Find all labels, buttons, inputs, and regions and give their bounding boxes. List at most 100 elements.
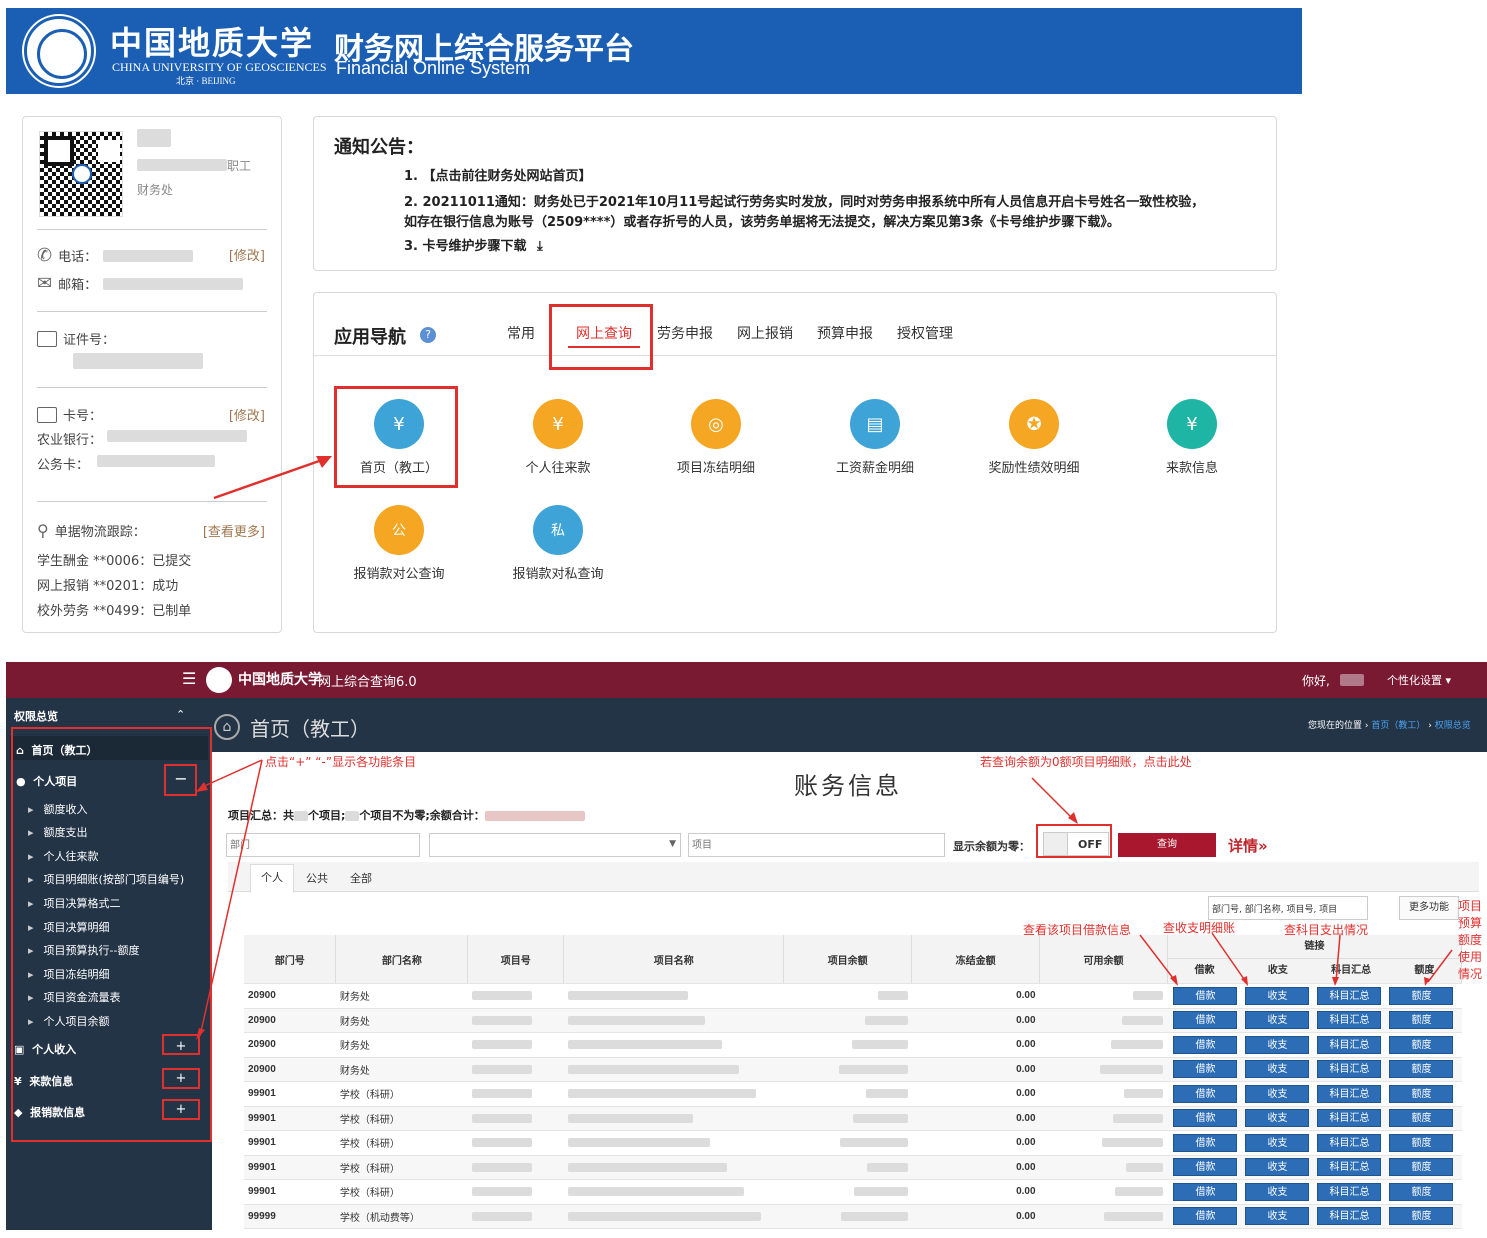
- cell-dept-no: 99901: [244, 1081, 336, 1107]
- query-button[interactable]: 查询: [1118, 833, 1216, 857]
- dept-select[interactable]: ▼: [429, 833, 681, 857]
- home-icon[interactable]: ⌂: [214, 714, 240, 740]
- notice-item-3[interactable]: 3. 卡号维护步骤下载 ⤓: [404, 237, 543, 257]
- tab-public[interactable]: 公共: [306, 870, 328, 886]
- help-icon[interactable]: ?: [420, 327, 436, 343]
- income-expense-button[interactable]: 收支: [1245, 1011, 1310, 1030]
- income-expense-button[interactable]: 收支: [1245, 1109, 1310, 1128]
- tab-reimburse[interactable]: 网上报销: [737, 323, 793, 343]
- dept-input[interactable]: [226, 833, 420, 857]
- breadcrumb-link[interactable]: 权限总览: [1435, 721, 1471, 731]
- app-incoming-funds[interactable]: ¥ 来款信息: [1122, 399, 1262, 476]
- redacted: [471, 1064, 532, 1074]
- frozen-amount: 0.00: [1016, 1161, 1036, 1173]
- hamburger-icon[interactable]: ☰: [182, 669, 196, 688]
- app-reimb-private[interactable]: 私 报销款对私查询: [488, 505, 628, 582]
- loan-button[interactable]: 借款: [1173, 1060, 1238, 1079]
- app-personal-account[interactable]: ¥ 个人往来款: [488, 399, 628, 476]
- annotation-expand: 点击“+” “-”显示各功能条目: [265, 755, 417, 769]
- tab-all[interactable]: 全部: [350, 870, 372, 886]
- income-expense-button[interactable]: 收支: [1245, 1207, 1310, 1226]
- quota-button[interactable]: 额度: [1389, 1084, 1454, 1103]
- notice-item-1[interactable]: 1. 【点击前往财务处网站首页】: [404, 167, 592, 187]
- loan-button[interactable]: 借款: [1173, 1207, 1238, 1226]
- cell-balance: [783, 1032, 912, 1058]
- download-icon[interactable]: ⤓: [537, 239, 543, 254]
- frozen-amount: 0.00: [1016, 1186, 1036, 1198]
- personal-settings[interactable]: 个性化设置 ▾: [1387, 672, 1451, 688]
- logistics-item[interactable]: 网上报销 **0201：成功: [37, 574, 191, 599]
- redacted: [567, 1138, 710, 1148]
- income-expense-button[interactable]: 收支: [1245, 1182, 1310, 1201]
- dept-no: 99901: [248, 1088, 276, 1100]
- quota-button[interactable]: 额度: [1389, 1133, 1454, 1152]
- income-expense-button[interactable]: 收支: [1245, 986, 1310, 1005]
- app-performance-bonus[interactable]: ✪ 奖励性绩效明细: [964, 399, 1104, 476]
- quota-button[interactable]: 额度: [1389, 1011, 1454, 1030]
- logistics-item[interactable]: 学生酬金 **0006：已提交: [37, 549, 191, 574]
- quota-button[interactable]: 额度: [1389, 1060, 1454, 1079]
- loan-button[interactable]: 借款: [1173, 1011, 1238, 1030]
- subject-summary-button[interactable]: 科目汇总: [1317, 986, 1382, 1005]
- quota-button[interactable]: 额度: [1389, 1109, 1454, 1128]
- tab-budget[interactable]: 预算申报: [817, 323, 873, 343]
- frozen-amount: 0.00: [1016, 1063, 1036, 1075]
- quota-button[interactable]: 额度: [1389, 1207, 1454, 1226]
- subject-summary-button[interactable]: 科目汇总: [1317, 1084, 1382, 1103]
- app-project-freeze[interactable]: ◎ 项目冻结明细: [646, 399, 786, 476]
- loan-button[interactable]: 借款: [1173, 1084, 1238, 1103]
- app-salary[interactable]: ▤ 工资薪金明细: [805, 399, 945, 476]
- income-expense-button[interactable]: 收支: [1245, 1060, 1310, 1079]
- col-project-no: 项目号: [467, 935, 565, 984]
- quota-button[interactable]: 额度: [1389, 1158, 1454, 1177]
- tab-common[interactable]: 常用: [507, 323, 535, 343]
- project-input[interactable]: [688, 833, 945, 857]
- income-expense-button[interactable]: 收支: [1245, 1084, 1310, 1103]
- loan-button[interactable]: 借款: [1173, 1158, 1238, 1177]
- subject-summary-button[interactable]: 科目汇总: [1317, 1011, 1382, 1030]
- query-page-header: ⌂ 首页（教工） 您现在的位置 › 首页（教工） › 权限总览: [212, 698, 1487, 752]
- subject-summary-button[interactable]: 科目汇总: [1317, 1158, 1382, 1177]
- quota-button[interactable]: 额度: [1389, 986, 1454, 1005]
- loan-button[interactable]: 借款: [1173, 1182, 1238, 1201]
- logistics-item[interactable]: 校外劳务 **0499：已制单: [37, 599, 191, 624]
- tab-personal[interactable]: 个人: [250, 864, 294, 893]
- subject-summary-button[interactable]: 科目汇总: [1317, 1109, 1382, 1128]
- redacted: [567, 991, 688, 1001]
- cell-links: 借款 收支 科目汇总 额度: [1167, 1106, 1462, 1131]
- loan-button[interactable]: 借款: [1173, 1133, 1238, 1152]
- subject-summary-button[interactable]: 科目汇总: [1317, 1035, 1382, 1054]
- quota-button[interactable]: 额度: [1389, 1035, 1454, 1054]
- income-expense-button[interactable]: 收支: [1245, 1158, 1310, 1177]
- app-label: 奖励性绩效明细: [988, 461, 1080, 476]
- more-functions-button[interactable]: 更多功能: [1399, 896, 1459, 920]
- loan-button[interactable]: 借款: [1173, 1035, 1238, 1054]
- view-more-link[interactable]: [查看更多]: [203, 521, 265, 540]
- loan-button[interactable]: 借款: [1173, 1109, 1238, 1128]
- cell-dept-name: 学校（机动费等）: [335, 1204, 468, 1229]
- income-expense-button[interactable]: 收支: [1245, 1133, 1310, 1152]
- loan-button[interactable]: 借款: [1173, 986, 1238, 1005]
- redacted: [471, 1187, 532, 1197]
- cell-dept-name: 学校（科研）: [335, 1081, 468, 1107]
- column-select[interactable]: 部门号, 部门名称, 项目号, 项目: [1208, 896, 1368, 920]
- logistics-list: 学生酬金 **0006：已提交 网上报销 **0201：成功 校外劳务 **04…: [37, 549, 191, 624]
- quota-button[interactable]: 额度: [1389, 1182, 1454, 1201]
- subject-summary-button[interactable]: 科目汇总: [1317, 1060, 1382, 1079]
- tab-labor[interactable]: 劳务申报: [657, 323, 713, 343]
- breadcrumb-link[interactable]: 首页（教工）: [1371, 721, 1425, 731]
- chevron-up-icon[interactable]: ⌃: [176, 708, 185, 721]
- tab-bar: [228, 862, 1479, 892]
- link-col-label: 借款: [1194, 965, 1215, 976]
- subject-summary-button[interactable]: 科目汇总: [1317, 1207, 1382, 1226]
- detail-link[interactable]: 详情»: [1228, 835, 1268, 856]
- edit-card-link[interactable]: [修改]: [229, 405, 265, 424]
- dept-no: 99901: [248, 1137, 276, 1149]
- tab-authorization[interactable]: 授权管理: [897, 323, 953, 343]
- subject-summary-button[interactable]: 科目汇总: [1317, 1133, 1382, 1152]
- income-expense-button[interactable]: 收支: [1245, 1035, 1310, 1054]
- edit-phone-link[interactable]: [修改]: [229, 245, 265, 264]
- subject-summary-button[interactable]: 科目汇总: [1317, 1182, 1382, 1201]
- app-reimb-public[interactable]: 公 报销款对公查询: [329, 505, 469, 582]
- cell-project-no: [467, 1179, 564, 1205]
